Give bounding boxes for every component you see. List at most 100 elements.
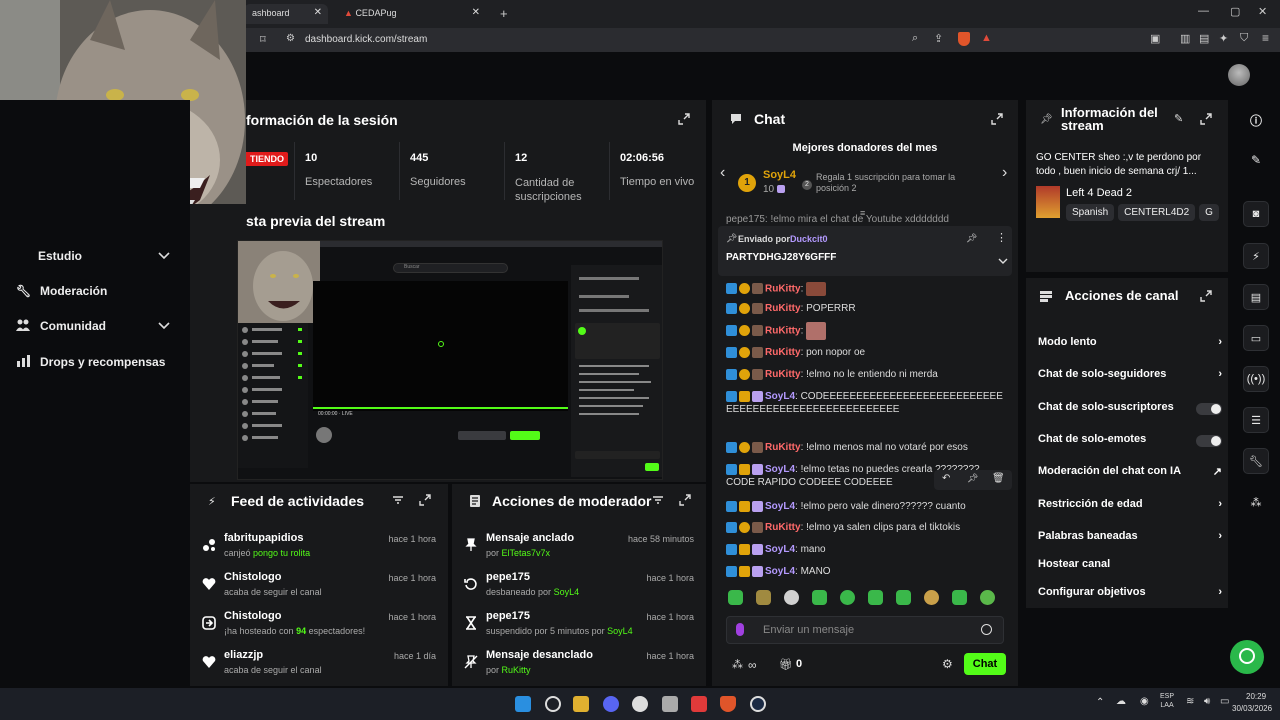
chevron-down-icon[interactable] [998, 254, 1008, 268]
toggle-switch[interactable] [1196, 435, 1222, 447]
edit-pencil-icon[interactable]: ✎ [1174, 112, 1183, 125]
reply-icon[interactable]: ↶ [942, 473, 950, 484]
battery-icon[interactable]: ▭ [1220, 696, 1229, 707]
close-window-icon[interactable]: ✕ [1258, 5, 1267, 18]
volume-icon[interactable]: 🔊︎ [1204, 696, 1210, 707]
emote-icon[interactable] [980, 590, 995, 605]
bookmark-icon[interactable]: ⌑ [260, 33, 266, 46]
category-thumbnail[interactable] [1036, 186, 1060, 218]
chevron-left-icon[interactable]: ‹ [720, 164, 725, 182]
emote-icon[interactable] [728, 590, 743, 605]
microphone-icon[interactable] [736, 623, 744, 636]
discord-icon[interactable] [603, 696, 619, 712]
emote-icon[interactable] [952, 590, 967, 605]
popout-icon[interactable] [1200, 113, 1212, 128]
pin-icon[interactable]: 📌︎ [967, 473, 978, 484]
chat-username[interactable]: SoyL4 [765, 464, 795, 475]
kick-points-icon[interactable]: ⁂ [732, 658, 743, 671]
action-followers-only[interactable]: Chat de solo-seguidores › [1038, 368, 1222, 386]
camera-icon[interactable]: ◙ [1243, 201, 1269, 227]
url-text[interactable]: dashboard.kick.com/stream [305, 34, 427, 45]
sidebar-item-moderacion[interactable]: 🔧︎ Moderación [16, 279, 176, 303]
popout-icon[interactable] [991, 113, 1003, 128]
chat-username[interactable]: RuKitty [765, 303, 801, 314]
menu-icon[interactable]: ≡ [1262, 31, 1269, 45]
chat-bubble-icon[interactable]: ▭ [1243, 325, 1269, 351]
zoom-icon[interactable]: ⌕ [912, 32, 918, 45]
document-icon[interactable]: ▤ [1243, 284, 1269, 310]
emoji-icon[interactable] [981, 624, 992, 635]
infinity-icon[interactable]: ∞ [748, 658, 757, 672]
emote-icon[interactable] [812, 590, 827, 605]
emote-icon[interactable] [756, 590, 771, 605]
pin-icon[interactable]: 📌︎ [966, 233, 977, 244]
sidebar-item-drops[interactable]: Drops y recompensas [16, 350, 176, 374]
chat-username[interactable]: SoyL4 [765, 544, 795, 555]
action-slow-mode[interactable]: Modo lento › [1038, 336, 1222, 354]
chat-username[interactable]: SoyL4 [765, 566, 795, 577]
donor-name[interactable]: SoyL4 [763, 169, 796, 181]
file-explorer-icon[interactable] [573, 696, 589, 712]
brave-icon[interactable] [720, 696, 736, 712]
list-icon[interactable]: ☰ [1243, 407, 1269, 433]
info-icon[interactable]: ⓘ [1243, 107, 1269, 133]
tag[interactable]: CENTERL4D2 [1118, 204, 1196, 221]
popout-icon[interactable] [679, 494, 691, 509]
new-tab-icon[interactable]: + [500, 6, 508, 21]
emote-icon[interactable] [840, 590, 855, 605]
language-indicator[interactable]: ESP LAA [1160, 692, 1174, 710]
popout-icon[interactable] [419, 494, 431, 509]
lightning-icon[interactable]: ⚡︎ [1243, 243, 1269, 269]
broadcast-icon[interactable]: ((•)) [1243, 366, 1269, 392]
app-icon[interactable] [662, 696, 678, 712]
gift-box-icon[interactable]: 🎁︎ [779, 658, 793, 671]
chevron-right-icon[interactable]: › [1002, 164, 1007, 182]
close-icon[interactable]: ✕ [314, 7, 322, 18]
action-ai-moderation[interactable]: Moderación del chat con IA ↗ [1038, 465, 1222, 483]
sidebar-toggle-icon[interactable]: ▥ [1180, 32, 1190, 45]
windows-start-icon[interactable] [515, 696, 531, 712]
maximize-icon[interactable]: ▢ [1230, 5, 1240, 18]
pinned-by[interactable]: Duckcit0 [790, 234, 828, 244]
chat-username[interactable]: RuKitty [765, 326, 801, 337]
cloud-icon[interactable]: ☁ [1116, 696, 1126, 707]
rewards-icon[interactable]: ▲ [981, 32, 992, 44]
close-icon[interactable]: ✕ [472, 7, 480, 18]
more-options-icon[interactable]: ⋮ [996, 231, 1007, 244]
steam-icon[interactable] [750, 696, 766, 712]
action-age-restriction[interactable]: Restricción de edad › [1038, 498, 1222, 516]
emote-icon[interactable] [896, 590, 911, 605]
sidebar-item-estudio[interactable]: Estudio [16, 244, 176, 268]
send-chat-button[interactable]: Chat [964, 653, 1006, 675]
popout-icon[interactable] [1200, 290, 1212, 305]
chat-input[interactable]: Enviar un mensaje [726, 616, 1004, 644]
filter-icon[interactable] [652, 494, 664, 509]
obs-icon[interactable] [632, 696, 648, 712]
chat-username[interactable]: SoyL4 [765, 501, 795, 512]
action-goals[interactable]: Configurar objetivos › [1038, 586, 1222, 604]
extensions-icon[interactable]: ▣ [1150, 32, 1160, 45]
chat-username[interactable]: RuKitty [765, 442, 801, 453]
wallet-icon[interactable]: ▤ [1199, 32, 1209, 45]
tab-cedapug[interactable]: ▲ CEDAPug ✕ [336, 4, 486, 24]
emote-icon[interactable] [784, 590, 799, 605]
action-banned-words[interactable]: Palabras baneadas › [1038, 530, 1222, 548]
clock-time[interactable]: 20:29 [1246, 692, 1266, 701]
chat-username[interactable]: RuKitty [765, 347, 801, 358]
category-name[interactable]: Left 4 Dead 2 [1066, 187, 1132, 199]
sidebar-item-comunidad[interactable]: Comunidad [16, 314, 176, 338]
chat-username[interactable]: SoyL4 [765, 391, 795, 402]
avatar[interactable] [1228, 64, 1250, 86]
stream-preview-video[interactable]: Buscar 00:00:00 · LIVE [237, 240, 663, 480]
app-icon[interactable] [691, 696, 707, 712]
emote-icon[interactable] [868, 590, 883, 605]
share-icon[interactable]: ⇪ [934, 32, 943, 45]
action-host-channel[interactable]: Hostear canal [1038, 558, 1218, 576]
brave-shield-icon[interactable] [958, 32, 970, 46]
trash-icon[interactable]: 🗑︎ [992, 473, 1005, 484]
emote-icon[interactable] [924, 590, 939, 605]
support-chat-button[interactable] [1230, 640, 1264, 674]
chat-username[interactable]: RuKitty [765, 284, 801, 295]
search-icon[interactable] [545, 696, 561, 712]
edit-pencil-icon[interactable]: ✎ [1243, 147, 1269, 173]
